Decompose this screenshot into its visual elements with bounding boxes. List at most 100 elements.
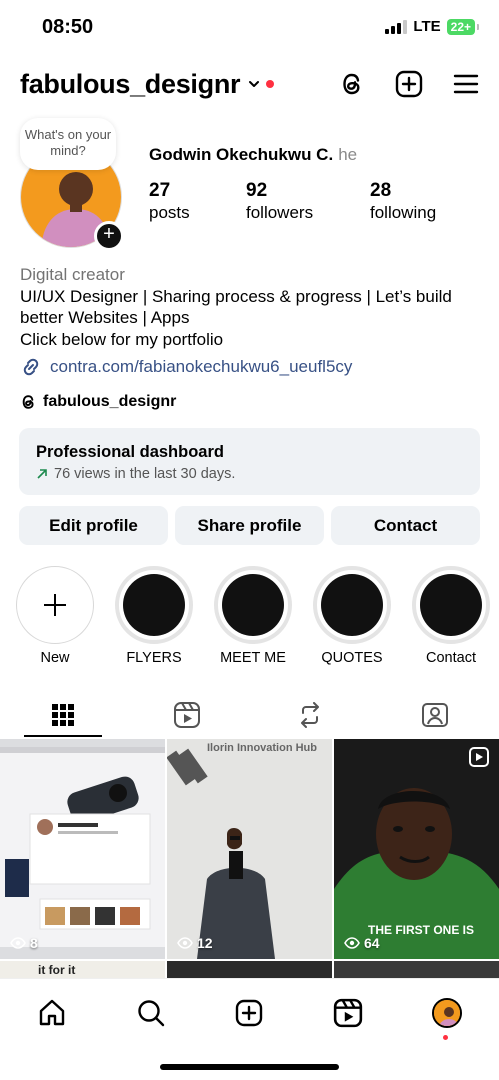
view-count-value: 12 — [197, 935, 213, 951]
add-story-button[interactable]: + — [94, 221, 124, 251]
highlight-label: MEET ME — [220, 650, 286, 666]
bio-text: UI/UX Designer | Sharing process & progr… — [20, 286, 452, 328]
highlight-new[interactable]: New — [16, 566, 94, 666]
following-stat[interactable]: 28 following — [370, 180, 436, 223]
avatar — [432, 998, 462, 1028]
battery-icon: 22+ — [446, 18, 480, 35]
threads-handle: fabulous_designr — [43, 393, 177, 410]
threads-badge[interactable]: fabulous_designr — [20, 393, 176, 411]
edit-profile-button[interactable]: Edit profile — [19, 506, 168, 545]
tab-reposts[interactable] — [270, 692, 350, 738]
reels-icon — [174, 702, 200, 728]
link-icon — [23, 358, 39, 376]
followers-label: followers — [246, 203, 314, 222]
home-icon — [39, 999, 65, 1026]
eye-icon — [10, 937, 26, 949]
username-switcher[interactable]: fabulous_designr — [20, 69, 241, 100]
status-indicators: LTE 22+ — [385, 18, 480, 35]
bio-cta: Click below for my portfolio — [20, 329, 224, 349]
view-count-value: 8 — [30, 935, 38, 951]
status-bar: 08:50 LTE 22+ — [0, 0, 499, 56]
new-highlight-ring — [16, 566, 94, 644]
dashboard-title: Professional dashboard — [36, 443, 224, 461]
network-label: LTE — [413, 18, 441, 35]
reels-icon — [333, 998, 363, 1028]
dashboard-subtitle: 76 views in the last 30 days. — [36, 466, 463, 482]
tagged-icon — [422, 703, 448, 727]
notification-dot — [266, 80, 275, 88]
avatar-photo — [434, 1000, 460, 1026]
eye-icon — [344, 937, 360, 949]
signal-icon — [385, 19, 408, 34]
following-label: following — [370, 203, 437, 222]
highlight-ring — [214, 566, 292, 644]
category-label: Digital creator — [20, 265, 125, 284]
highlight-flyers[interactable]: FLYERS — [115, 566, 193, 666]
post-overlay-text: it for it — [38, 963, 76, 977]
eye-icon — [177, 937, 193, 949]
highlight-contact[interactable]: Contact — [412, 566, 490, 666]
repost-icon — [301, 702, 319, 728]
plus-icon — [44, 594, 66, 616]
highlight-ring — [313, 566, 391, 644]
posts-label: posts — [149, 203, 190, 222]
highlight-cover — [222, 574, 284, 636]
dashboard-views: 76 views in the last 30 days. — [54, 466, 236, 482]
bio-link[interactable]: contra.com/fabianokechukwu6_ueufl5cy — [20, 356, 352, 378]
post-image — [167, 739, 332, 959]
profile-tabs — [0, 692, 499, 738]
post-thumbnail[interactable]: THE FIRST ONE IS 64 — [334, 739, 499, 959]
search-icon — [138, 1000, 165, 1027]
followers-stat[interactable]: 92 followers — [246, 180, 313, 223]
trend-up-icon — [37, 469, 47, 479]
share-profile-button[interactable]: Share profile — [175, 506, 324, 545]
tab-grid[interactable] — [23, 692, 103, 738]
contact-button[interactable]: Contact — [331, 506, 480, 545]
nav-create[interactable] — [229, 993, 269, 1033]
full-name: Godwin Okechukwu C. he — [149, 145, 357, 165]
nav-profile[interactable] — [427, 993, 467, 1033]
post-thumbnail[interactable]: 8 — [0, 739, 165, 959]
view-count-value: 64 — [364, 935, 380, 951]
bio: Digital creator UI/UX Designer | Sharing… — [20, 264, 485, 350]
menu-icon[interactable] — [453, 73, 479, 95]
nav-search[interactable] — [131, 993, 171, 1033]
highlight-label: New — [40, 650, 70, 666]
post-overlay-text: Ilorin Innovation Hub — [207, 742, 317, 754]
post-thumbnail[interactable]: Ilorin Innovation Hub 12 — [167, 739, 332, 959]
followers-count: 92 — [246, 180, 268, 201]
note-bubble[interactable]: What's on your mind? — [20, 118, 116, 170]
chevron-down-icon[interactable] — [248, 78, 260, 90]
link-text: contra.com/fabianokechukwu6_ueufl5cy — [50, 357, 353, 376]
create-post-icon[interactable] — [395, 70, 423, 98]
highlight-label: Contact — [426, 650, 476, 666]
view-count: 12 — [177, 935, 213, 951]
highlight-label: QUOTES — [321, 650, 383, 666]
nav-reels[interactable] — [328, 993, 368, 1033]
home-indicator — [160, 1064, 339, 1070]
highlight-cover — [420, 574, 482, 636]
post-caption: THE FIRST ONE IS — [368, 923, 475, 937]
posts-count: 27 — [149, 180, 171, 201]
posts-stat[interactable]: 27 posts — [149, 180, 190, 223]
tab-reels[interactable] — [147, 692, 227, 738]
threads-small-icon — [22, 395, 34, 409]
grid-icon — [52, 704, 74, 726]
tab-active-indicator — [24, 735, 102, 737]
profile-header: fabulous_designr — [20, 62, 479, 106]
highlight-quotes[interactable]: QUOTES — [313, 566, 391, 666]
professional-dashboard[interactable]: Professional dashboard 76 views in the l… — [19, 428, 480, 495]
highlight-meet-me[interactable]: MEET ME — [214, 566, 292, 666]
reel-icon — [469, 747, 489, 767]
pronoun: he — [338, 145, 358, 164]
nav-home[interactable] — [32, 993, 72, 1033]
highlight-cover — [123, 574, 185, 636]
tab-tagged[interactable] — [395, 692, 475, 738]
highlight-ring — [115, 566, 193, 644]
highlight-ring — [412, 566, 490, 644]
threads-icon[interactable] — [339, 70, 365, 98]
status-time: 08:50 — [42, 16, 94, 38]
post-image — [0, 739, 165, 959]
view-count: 8 — [10, 935, 38, 951]
view-count: 64 — [344, 935, 380, 951]
